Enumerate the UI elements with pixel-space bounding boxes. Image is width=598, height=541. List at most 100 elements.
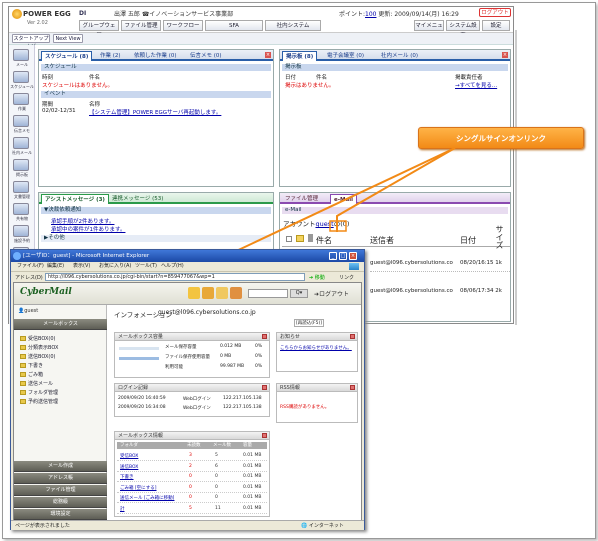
address-input[interactable]: http://l096.cybersolutions.co.jp/cgi-bin… — [45, 273, 305, 281]
mbox-cell-unread: 5 — [189, 505, 192, 511]
folder-sent-mail[interactable]: 送信メール — [20, 380, 53, 387]
reload-button[interactable]: [再読込(F5)] — [294, 319, 324, 327]
folder-manage[interactable]: フォルダ管理 — [20, 389, 58, 396]
mbox-cell-name[interactable]: 送信メール [ごみ箱に移動] — [120, 495, 174, 501]
windows-flag-icon — [349, 263, 359, 270]
box-close-icon[interactable] — [350, 385, 355, 390]
cap-label-1: メール保存容量 — [165, 345, 197, 350]
folder-scheduled[interactable]: 予約送信管理 — [20, 398, 58, 405]
mbox-col-count: メール数 — [213, 443, 231, 448]
menu-edit[interactable]: 編集(E) — [47, 262, 64, 271]
folder-sent[interactable]: 送信BOX(0) — [20, 353, 55, 360]
login-ip-1: 122.217.105.138 — [223, 396, 262, 401]
login-head: ログイン記録 — [115, 384, 269, 392]
mbox-cell-name[interactable]: ごみ箱 [空にする] — [120, 485, 157, 491]
mbox-cell-size: 0.01 MB — [243, 453, 262, 458]
mbox-row[interactable]: 受信BOX 3 5 0.01 MB — [117, 451, 267, 461]
cap-pct-3: 0% — [255, 364, 263, 369]
mbox-row[interactable]: ごみ箱 [空にする] 0 0 0.01 MB — [117, 483, 267, 493]
login-type-1: Webログイン — [183, 397, 211, 402]
cm-sidebar: 👤guest メールボックス 受信BOX(0) 分類表示BOX 送信BOX(0)… — [14, 305, 107, 523]
mbox-cell-unread: 2 — [189, 463, 192, 469]
minimize-icon[interactable]: _ — [329, 252, 337, 260]
box-close-icon[interactable] — [262, 334, 267, 339]
mbox-cell-name[interactable]: 受信BOX — [120, 453, 138, 459]
links-button[interactable]: リンク — [339, 274, 354, 281]
mbox-rows: 受信BOX 3 5 0.01 MB 送信BOX 2 6 0.01 MB 下書き 0 0 0.01 MB… — [117, 451, 267, 515]
box-close-icon[interactable] — [262, 433, 267, 438]
callout-pointer-line — [336, 147, 456, 232]
ie-statusbar: ページが表示されました 🌐 インターネット — [11, 520, 364, 530]
search-icon[interactable]: Q▾ — [290, 289, 308, 298]
folder-inbox[interactable]: 受信BOX(0) — [20, 335, 55, 342]
mbox-cell-unread: 0 — [189, 474, 192, 479]
ie-menubar: ファイル(F) 編集(E) 表示(V) お気に入り(A) ツール(T) ヘルプ(… — [11, 262, 364, 271]
mbox-cell-name[interactable]: 下書き — [120, 474, 134, 480]
mbox-col-folder: フォルダ — [120, 443, 138, 448]
mbox-cell-count: 0 — [215, 474, 218, 479]
nav-address-book[interactable]: アドレス帳 — [14, 473, 107, 484]
compose-icon[interactable] — [202, 287, 214, 299]
ie-titlebar: [ユーザID：guest] - Microsoft Internet Explo… — [11, 250, 364, 262]
cap-label-2: ファイル保存使用容量 — [165, 355, 210, 360]
box-close-icon[interactable] — [350, 334, 355, 339]
info-user: guest@l096.cybersolutions.co.jp — [158, 309, 256, 316]
mbox-cell-name[interactable]: 計 — [120, 506, 125, 512]
capacity-box: メールボックス容量 メール保存容量 0.012 MB 0% ファイル保存使用容量… — [114, 332, 270, 378]
mbox-cell-count: 6 — [215, 463, 218, 469]
mailbox-nav-head[interactable]: メールボックス — [14, 319, 107, 330]
nav-file[interactable]: ファイル管理 — [14, 485, 107, 496]
cm-user: 👤guest — [18, 308, 39, 314]
callout-pointer-line — [231, 147, 456, 254]
nav-admin[interactable]: 総務級 — [14, 497, 107, 508]
cybermail-page: CyberMail Q▾ ➜ログアウト 👤guest メールボックス 受信BOX… — [13, 282, 362, 523]
mailbox-table-head: メールボックス情報 — [115, 432, 269, 440]
box-close-icon[interactable] — [262, 385, 267, 390]
address-label: アドレス(D) — [15, 275, 43, 281]
mbox-cell-unread: 3 — [189, 453, 192, 458]
maximize-icon[interactable]: □ — [339, 252, 347, 260]
mbox-col-header: フォルダ 未読数 メール数 容量 — [117, 442, 267, 449]
status-zone: 🌐 インターネット — [301, 523, 344, 529]
mbox-col-size: 容量 — [243, 443, 252, 448]
nav-compose[interactable]: メール作成 — [14, 461, 107, 472]
go-button[interactable]: ➔ 移動 — [309, 274, 325, 281]
menu-view[interactable]: 表示(V) — [73, 262, 90, 271]
mbox-row[interactable]: 送信メール [ごみ箱に移動] 0 0 0.01 MB — [117, 493, 267, 503]
folder-trash[interactable]: ごみ箱 — [20, 371, 43, 378]
login-ip-2: 122.217.105.138 — [223, 405, 262, 410]
mbox-cell-name[interactable]: 送信BOX — [120, 464, 138, 470]
cap-val-1: 0.012 MB — [220, 344, 242, 349]
cap-val-3: 99.987 MB — [220, 364, 245, 369]
mbox-row[interactable]: 下書き 0 0 0.01 MB — [117, 472, 267, 482]
rss-box: RSS情報 RSS購読がありません。 — [276, 383, 358, 423]
home-icon[interactable] — [188, 287, 200, 299]
capacity-head: メールボックス容量 — [115, 333, 269, 341]
folder-icon[interactable] — [216, 287, 228, 299]
close-icon[interactable]: × — [349, 252, 357, 260]
address-book-icon[interactable] — [230, 287, 242, 299]
folder-classified[interactable]: 分類表示BOX — [20, 344, 58, 351]
login-date-2: 2009/09/20 16:34:08 — [118, 405, 166, 410]
rss-text: RSS購読がありません。 — [280, 405, 330, 410]
ie-icon — [13, 252, 21, 260]
mbox-cell-size: 0.01 MB — [243, 463, 262, 469]
nav-settings[interactable]: 環境設定 — [14, 509, 107, 520]
menu-file[interactable]: ファイル(F) — [17, 262, 44, 271]
mbox-row[interactable]: 計 5 11 0.01 MB — [117, 504, 267, 514]
cap-pct-1: 0% — [255, 344, 263, 349]
cm-search-input[interactable] — [248, 289, 288, 298]
notice-text[interactable]: こちらからお知らせがありません。 — [280, 345, 356, 351]
cm-logout-button[interactable]: ➜ログアウト — [314, 289, 349, 298]
login-box: ログイン記録 2009/09/20 16:40:59 Webログイン 122.2… — [114, 383, 270, 417]
mbox-cell-count: 11 — [215, 505, 221, 511]
mbox-cell-size: 0.01 MB — [243, 495, 262, 500]
ie-title: [ユーザID：guest] - Microsoft Internet Explo… — [23, 253, 150, 259]
status-text: ページが表示されました — [15, 523, 70, 529]
mailbox-table-box: メールボックス情報 フォルダ 未読数 メール数 容量 受信BOX 3 5 0.01 M… — [114, 431, 270, 517]
menu-help[interactable]: ヘルプ(H) — [161, 262, 184, 271]
folder-drafts[interactable]: 下書き — [20, 362, 43, 369]
menu-tools[interactable]: ツール(T) — [135, 262, 157, 271]
mbox-row[interactable]: 送信BOX 2 6 0.01 MB — [117, 462, 267, 472]
menu-favorites[interactable]: お気に入り(A) — [99, 262, 131, 271]
